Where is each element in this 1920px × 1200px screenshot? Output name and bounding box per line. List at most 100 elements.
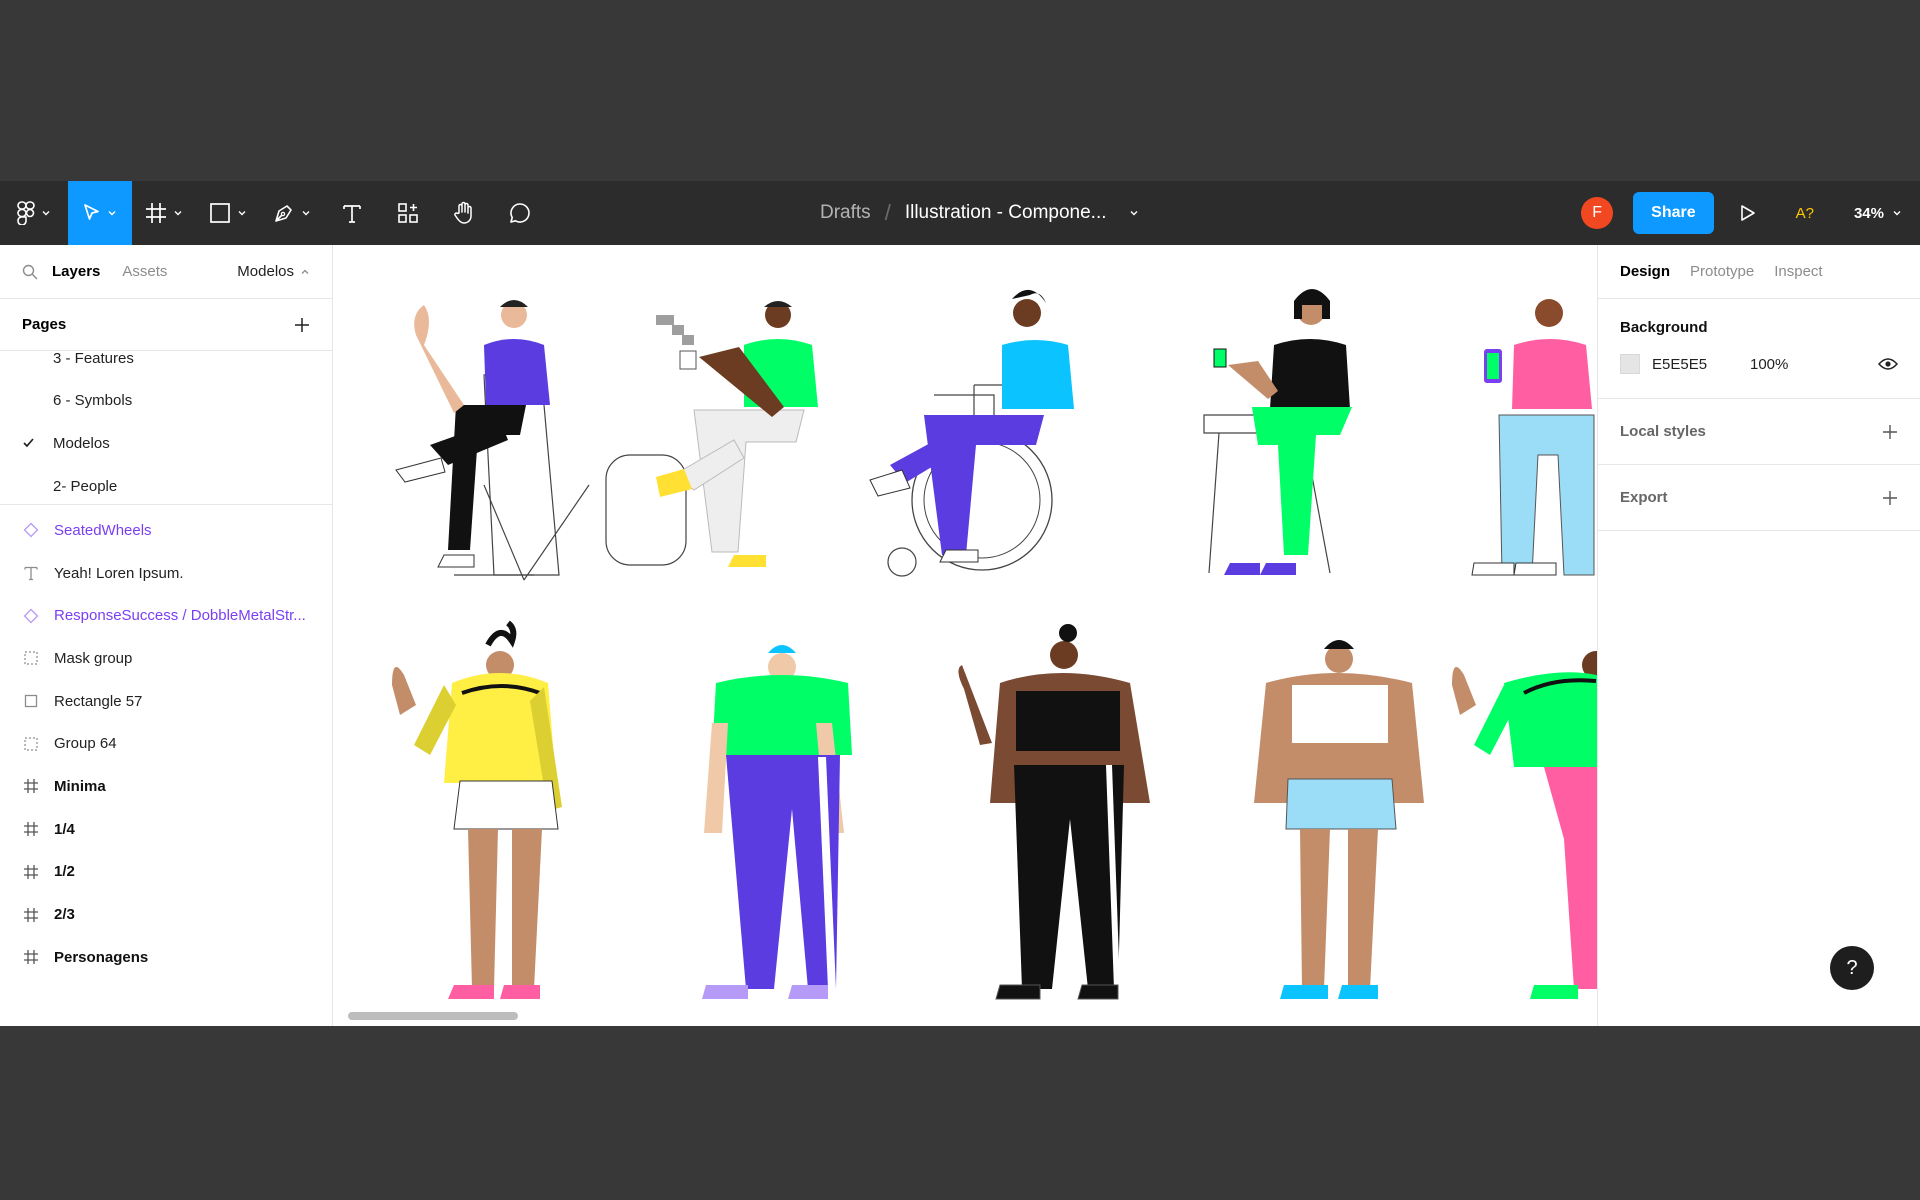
right-panel-tabs: Design Prototype Inspect [1598,245,1920,299]
search-icon[interactable] [22,264,38,280]
file-name[interactable]: Illustration - Compone... [905,202,1107,224]
seated-figure-3-wheelchair[interactable] [869,289,1074,577]
seated-figure-1[interactable] [395,300,590,581]
page-item[interactable]: 2- People [0,465,332,504]
standing-figure-3[interactable] [958,624,1150,1000]
layer-name: Rectangle 57 [54,692,143,710]
seated-figure-5[interactable] [1471,299,1595,576]
seated-figure-4[interactable] [1203,289,1352,575]
plus-icon[interactable] [1882,490,1898,506]
move-tool[interactable] [68,181,132,245]
layer-row[interactable]: 1/2 [0,851,332,894]
layer-name: Personagens [54,948,149,966]
resources-tool[interactable] [380,181,436,245]
current-page: Modelos [237,263,294,280]
page-item[interactable]: 3 - Features [0,351,332,379]
standing-figure-4[interactable] [1254,640,1424,999]
shape-icon [210,203,230,223]
text-icon [343,205,361,223]
zoom-dropdown[interactable]: 34% [1854,205,1902,222]
canvas[interactable] [334,245,1597,1026]
left-sidebar: Layers Assets Modelos Pages 3 - Features… [0,245,333,1026]
play-icon [1740,205,1755,221]
chevron-down-icon [108,211,116,216]
main-menu-button[interactable] [0,181,68,245]
page-item[interactable]: 6 - Symbols [0,379,332,421]
layer-name: Mask group [54,649,133,667]
breadcrumb-drafts[interactable]: Drafts [820,202,871,224]
layer-row[interactable]: Personagens [0,936,332,979]
horizontal-scrollbar[interactable] [348,1012,518,1020]
breadcrumb-separator: / [884,200,891,225]
background-opacity-input[interactable]: 100% [1750,356,1788,373]
background-fill-row: E5E5E5 100% [1620,344,1898,384]
layer-name: 2/3 [54,906,75,924]
layer-row[interactable]: Minima [0,765,332,808]
tab-assets[interactable]: Assets [122,263,167,280]
layer-row[interactable]: Mask group [0,637,332,680]
frame-icon [22,906,40,924]
chevron-down-icon [302,211,310,216]
resources-icon [398,203,418,223]
standing-figure-5[interactable] [1452,651,1597,999]
share-button[interactable]: Share [1633,192,1714,234]
text-tool[interactable] [324,181,380,245]
tab-prototype[interactable]: Prototype [1690,263,1754,280]
local-styles-section: Local styles [1598,399,1920,465]
layer-row[interactable]: Rectangle 57 [0,680,332,723]
present-button[interactable] [1740,204,1756,222]
comment-tool[interactable] [492,181,548,245]
layer-row[interactable]: 2/3 [0,893,332,936]
component-icon [22,607,40,625]
eye-icon[interactable] [1878,357,1898,371]
pen-tool[interactable] [260,181,324,245]
layer-name: 1/2 [54,863,75,881]
comment-icon [510,203,530,223]
layer-row[interactable]: Group 64 [0,722,332,765]
layer-row[interactable]: 1/4 [0,808,332,851]
page-name: Modelos [53,434,110,452]
plus-icon[interactable] [1882,424,1898,440]
chevron-down-icon[interactable] [1129,208,1139,218]
page-name: 2- People [53,477,118,495]
standing-figure-2[interactable] [702,645,852,999]
hand-tool[interactable] [436,181,492,245]
help-button[interactable]: ? [1830,946,1874,990]
background-hex-input[interactable]: E5E5E5 [1652,356,1750,373]
plus-icon[interactable] [294,317,310,333]
frame-icon [146,203,166,223]
layer-row[interactable]: Yeah! Loren Ipsum. [0,552,332,595]
layers-list: SeatedWheels Yeah! Loren Ipsum. Response… [0,505,332,979]
toolbar-right: F Share A? 34% [1581,181,1920,245]
pages-header: Pages [0,299,332,351]
page-selector[interactable]: Modelos [237,263,310,280]
missing-fonts-indicator[interactable]: A? [1796,205,1814,222]
layer-name: Minima [54,777,106,795]
shape-tool[interactable] [196,181,260,245]
page-name: 3 - Features [53,351,134,367]
layer-name: SeatedWheels [54,521,152,539]
export-section: Export [1598,465,1920,531]
right-sidebar: Design Prototype Inspect Background E5E5… [1597,245,1920,1026]
group-icon [22,735,40,753]
help-icon: ? [1846,956,1858,979]
frame-icon [22,863,40,881]
tab-inspect[interactable]: Inspect [1774,263,1822,280]
seated-figure-2[interactable] [605,301,818,567]
standing-figure-1[interactable] [392,620,562,999]
zoom-value: 34% [1853,204,1884,222]
layer-name: ResponseSuccess / DobbleMetalStr... [54,607,306,625]
figma-window: Drafts / Illustration - Compone... F Sha… [0,181,1920,1026]
rectangle-icon [22,692,40,710]
chevron-down-icon [42,211,50,216]
pages-heading: Pages [22,316,67,333]
breadcrumb: Drafts / Illustration - Compone... [820,181,1139,245]
tab-layers[interactable]: Layers [52,263,100,280]
page-item-current[interactable]: Modelos [0,422,332,464]
tab-design[interactable]: Design [1620,263,1670,280]
frame-tool[interactable] [132,181,196,245]
layer-row[interactable]: ResponseSuccess / DobbleMetalStr... [0,594,332,637]
user-avatar[interactable]: F [1581,197,1614,229]
background-color-swatch[interactable] [1620,354,1640,374]
layer-row[interactable]: SeatedWheels [0,509,332,552]
